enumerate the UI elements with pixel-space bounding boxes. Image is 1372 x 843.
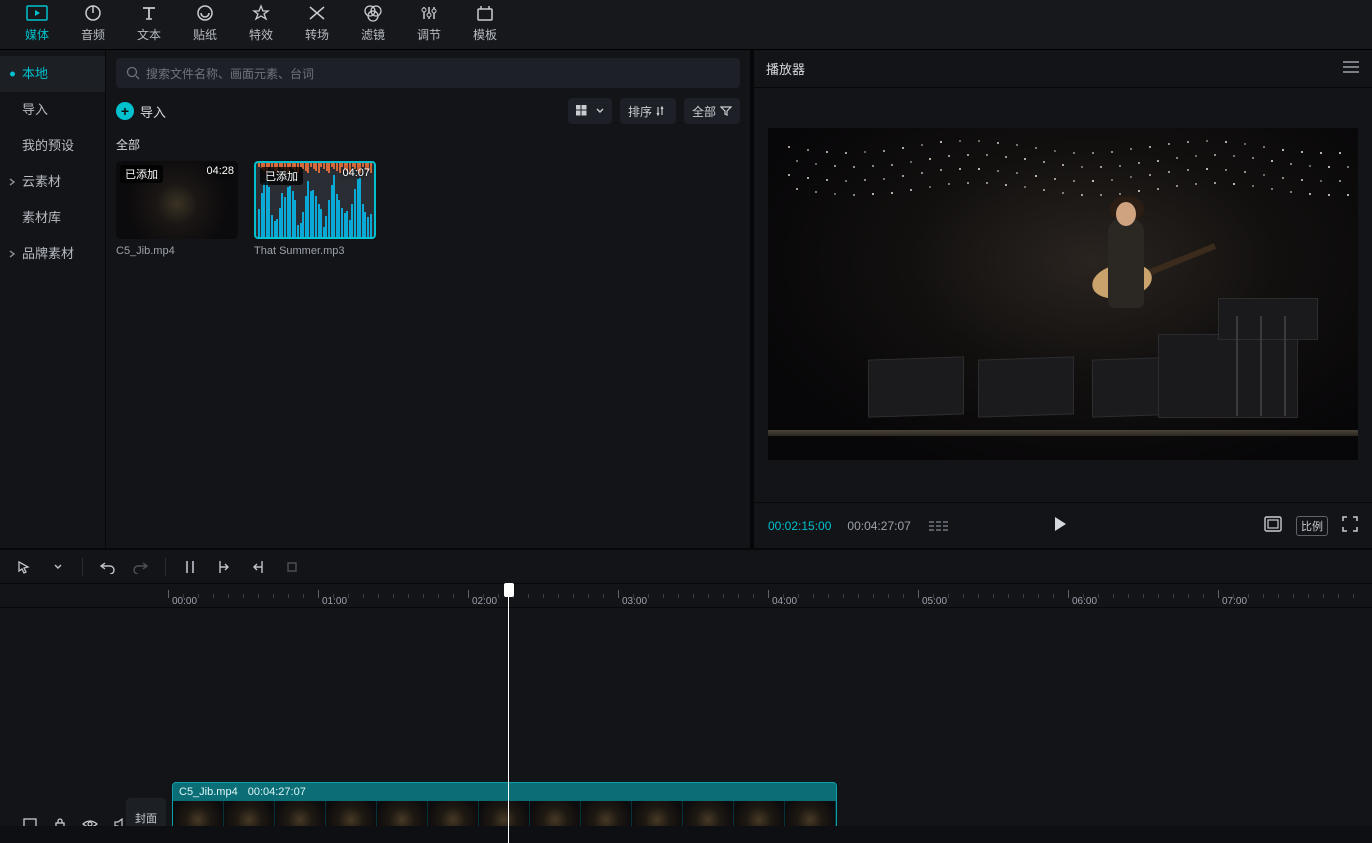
trim-left-button[interactable] — [210, 555, 238, 579]
search-input[interactable]: 搜索文件名称、画面元素、台词 — [116, 58, 740, 88]
tab-text[interactable]: 文本 — [122, 2, 176, 49]
top-tabbar: 媒体 音频 文本 贴纸 特效 转场 滤镜 调节 — [0, 0, 1372, 50]
pointer-tool[interactable] — [10, 555, 38, 579]
tab-sticker[interactable]: 贴纸 — [178, 2, 232, 49]
sidebar-item-cloud[interactable]: 云素材 — [0, 164, 105, 200]
chevron-right-icon — [8, 164, 16, 200]
media-sidebar: 本地 导入 我的预设 云素材 素材库 品牌素材 — [0, 50, 106, 548]
media-item[interactable]: 已添加 04:28 C5_Jib.mp4 — [116, 161, 238, 257]
stage-speaker — [868, 356, 964, 417]
sidebar-item-local[interactable]: 本地 — [0, 56, 105, 92]
mic-stand — [1260, 316, 1262, 416]
section-label: 全部 — [116, 136, 740, 153]
redo-button[interactable] — [127, 555, 155, 579]
aspect-ratio-button[interactable]: 比例 — [1296, 516, 1328, 536]
timeline-tracks[interactable]: 封面 C5_Jib.mp4 00:04:27:07 — [0, 608, 1372, 826]
duration-badge: 04:07 — [342, 167, 370, 179]
view-mode-button[interactable] — [568, 98, 612, 124]
timeline-toolbar — [0, 550, 1372, 584]
duration-badge: 04:28 — [206, 165, 234, 177]
clip-filmstrip — [173, 801, 836, 826]
tab-adjust[interactable]: 调节 — [402, 2, 456, 49]
safe-zone-button[interactable] — [1264, 516, 1282, 535]
sidebar-item-library[interactable]: 素材库 — [0, 200, 105, 236]
split-button[interactable] — [176, 555, 204, 579]
player-header: 播放器 — [754, 50, 1372, 88]
search-icon — [126, 66, 140, 80]
eye-icon[interactable] — [80, 817, 100, 826]
added-badge: 已添加 — [120, 165, 163, 183]
media-grid: 已添加 04:28 C5_Jib.mp4 已添加 04:07 That Summ… — [116, 161, 740, 257]
stage-box — [1158, 334, 1298, 418]
fx-icon — [234, 2, 288, 24]
tab-template[interactable]: 模板 — [458, 2, 512, 49]
mic-stand — [1236, 316, 1238, 416]
tab-fx[interactable]: 特效 — [234, 2, 288, 49]
player-title: 播放器 — [766, 59, 805, 78]
adjust-icon — [402, 2, 456, 24]
sidebar-item-import[interactable]: 导入 — [0, 92, 105, 128]
trim-right-button[interactable] — [244, 555, 272, 579]
fullscreen-button[interactable] — [1342, 516, 1358, 535]
stage-speaker — [978, 356, 1074, 417]
chevron-right-icon — [8, 236, 16, 272]
lock-icon[interactable] — [50, 817, 70, 827]
preview-canvas[interactable] — [768, 128, 1358, 460]
chevron-down-icon — [596, 107, 604, 115]
cover-button[interactable]: 封面 — [126, 798, 166, 826]
track-select-icon[interactable] — [20, 817, 40, 826]
frame-list-icon[interactable] — [929, 521, 948, 531]
clip-duration: 00:04:27:07 — [248, 786, 306, 798]
hamburger-icon[interactable] — [1342, 60, 1360, 77]
added-badge: 已添加 — [260, 167, 303, 185]
performer-illustration — [1078, 218, 1168, 368]
media-item[interactable]: 已添加 04:07 That Summer.mp3 — [254, 161, 376, 257]
media-caption: That Summer.mp3 — [254, 245, 376, 257]
sidebar-item-presets[interactable]: 我的预设 — [0, 128, 105, 164]
mic-stand — [1284, 316, 1286, 416]
media-icon — [10, 2, 64, 24]
media-caption: C5_Jib.mp4 — [116, 245, 238, 257]
undo-button[interactable] — [93, 555, 121, 579]
playhead-grip[interactable] — [504, 583, 514, 597]
sort-icon — [656, 106, 668, 116]
plus-icon: + — [116, 102, 134, 120]
sidebar-item-brand[interactable]: 品牌素材 — [0, 236, 105, 272]
current-time: 00:02:15:00 — [768, 519, 831, 533]
pointer-menu[interactable] — [44, 555, 72, 579]
sticker-icon — [178, 2, 232, 24]
play-button[interactable] — [1051, 515, 1069, 536]
filter-icon — [346, 2, 400, 24]
playhead[interactable] — [508, 584, 509, 843]
total-time: 00:04:27:07 — [847, 519, 910, 533]
funnel-icon — [720, 106, 732, 116]
transition-icon — [290, 2, 344, 24]
stage-box — [1218, 298, 1318, 340]
player-controls: 00:02:15:00 00:04:27:07 比例 — [754, 502, 1372, 548]
tab-transition[interactable]: 转场 — [290, 2, 344, 49]
clip-name: C5_Jib.mp4 — [179, 786, 238, 798]
time-ruler[interactable]: 00:0001:0002:0003:0004:0005:0006:0007:00 — [168, 584, 1372, 607]
tab-media[interactable]: 媒体 — [10, 2, 64, 49]
grid-icon — [576, 105, 592, 117]
import-button[interactable]: + 导入 — [116, 98, 166, 124]
text-icon — [122, 2, 176, 24]
delete-button[interactable] — [278, 555, 306, 579]
tab-audio[interactable]: 音频 — [66, 2, 120, 49]
video-clip[interactable]: C5_Jib.mp4 00:04:27:07 — [172, 782, 837, 826]
audio-icon — [66, 2, 120, 24]
template-icon — [458, 2, 512, 24]
filter-button[interactable]: 全部 — [684, 98, 740, 124]
sort-button[interactable]: 排序 — [620, 98, 676, 124]
tab-filter[interactable]: 滤镜 — [346, 2, 400, 49]
tab-label: 媒体 — [10, 26, 64, 49]
